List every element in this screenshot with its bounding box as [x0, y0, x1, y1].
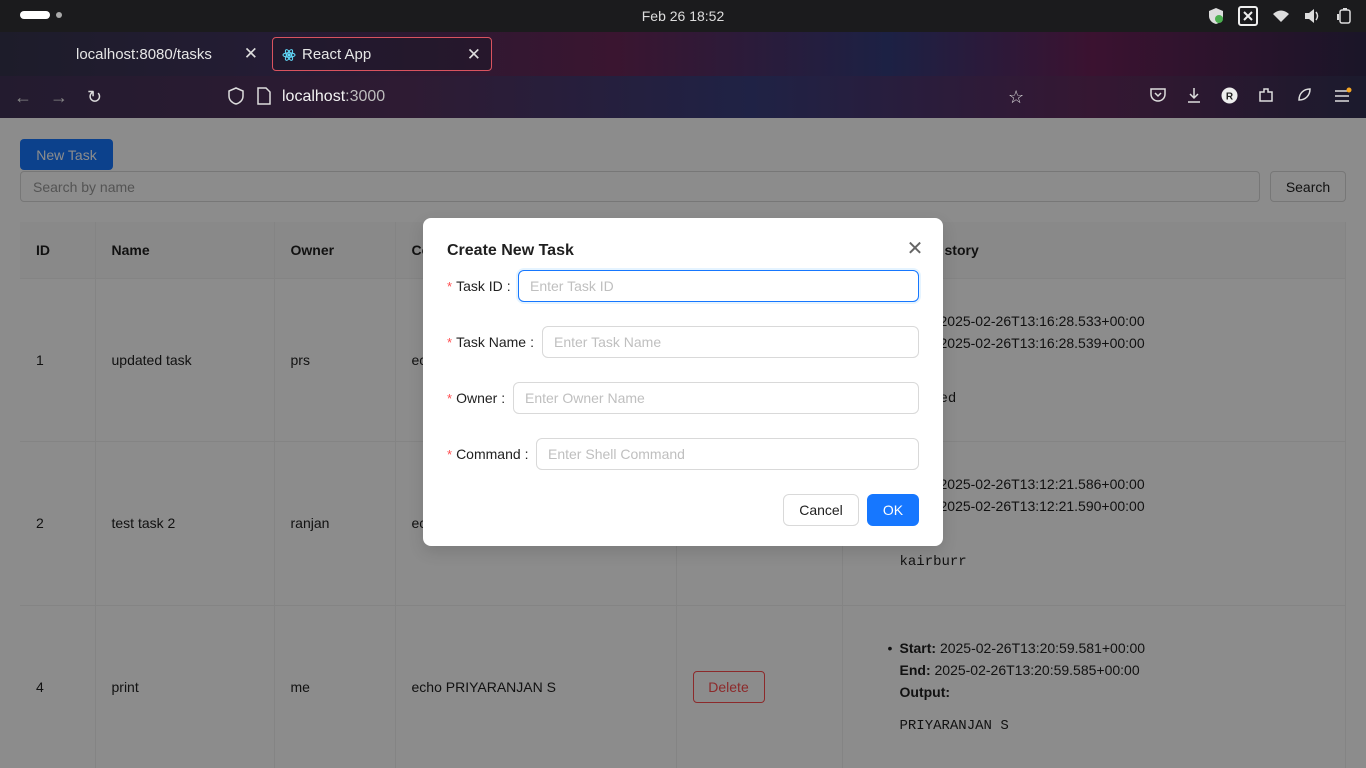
tracking-shield-icon[interactable]	[228, 87, 244, 108]
extensions-icon[interactable]	[1258, 87, 1274, 106]
required-mark: *	[447, 334, 453, 350]
battery-icon[interactable]	[1336, 8, 1354, 24]
forward-icon[interactable]: →	[50, 87, 68, 108]
pocket-icon[interactable]	[1150, 87, 1166, 106]
close-tab-icon[interactable]: ✕	[467, 45, 481, 65]
command-input[interactable]	[536, 438, 919, 470]
clock[interactable]: Feb 26 18:52	[0, 8, 1366, 24]
tab-tasks-8080[interactable]: localhost:8080/tasks ✕	[60, 37, 268, 71]
url-port: :3000	[345, 88, 386, 105]
close-box-icon[interactable]	[1238, 6, 1258, 26]
back-icon[interactable]: ←	[14, 87, 32, 108]
owner-input[interactable]	[513, 382, 919, 414]
close-tab-icon[interactable]: ✕	[244, 44, 258, 64]
svg-text:R: R	[1226, 92, 1234, 103]
reload-icon[interactable]: ↻	[87, 87, 102, 108]
required-mark: *	[447, 390, 453, 406]
form-row-task-id: * Task ID:	[447, 270, 919, 302]
shield-icon[interactable]	[1208, 7, 1224, 25]
download-icon[interactable]	[1186, 87, 1202, 106]
wifi-icon[interactable]	[1272, 9, 1290, 23]
tab-react-app[interactable]: React App ✕	[272, 37, 492, 71]
task-name-input[interactable]	[542, 326, 919, 358]
task-id-input[interactable]	[518, 270, 919, 302]
browser-tab-strip: localhost:8080/tasks ✕ React App ✕ + ⌄ —…	[0, 32, 1366, 98]
menu-icon[interactable]	[1334, 87, 1352, 106]
tab-label: React App	[302, 45, 372, 63]
browser-nav-bar: ← → ↻ localhost:3000 ☆ R	[0, 76, 1366, 118]
owner-label: Owner	[456, 390, 498, 406]
ok-button[interactable]: OK	[867, 494, 919, 526]
account-avatar-icon[interactable]: R	[1221, 87, 1238, 107]
form-row-command: * Command:	[447, 438, 919, 470]
extension-leaf-icon[interactable]	[1296, 87, 1312, 106]
system-tray	[1208, 6, 1354, 26]
react-logo-icon	[282, 48, 296, 66]
form-row-owner: * Owner:	[447, 382, 919, 414]
task-id-label: Task ID	[456, 278, 503, 294]
form-row-task-name: * Task Name:	[447, 326, 919, 358]
modal-title: Create New Task	[447, 242, 574, 259]
page-icon[interactable]	[257, 87, 271, 108]
url-host: localhost	[282, 88, 346, 105]
create-task-modal: Create New Task ✕ *Task ID: *Task Name: …	[423, 218, 943, 546]
task-name-label: Task Name	[456, 334, 527, 350]
required-mark: *	[447, 278, 453, 294]
url-bar[interactable]: localhost:3000	[282, 88, 385, 106]
tab-label: localhost:8080/tasks	[76, 45, 212, 63]
bookmark-star-icon[interactable]: ☆	[1008, 87, 1024, 108]
required-mark: *	[447, 446, 453, 462]
volume-icon[interactable]	[1304, 8, 1322, 24]
command-label: Command	[456, 446, 521, 462]
close-icon[interactable]: ✕	[903, 236, 927, 261]
os-top-bar: Feb 26 18:52	[0, 0, 1366, 32]
cancel-button[interactable]: Cancel	[783, 494, 859, 526]
